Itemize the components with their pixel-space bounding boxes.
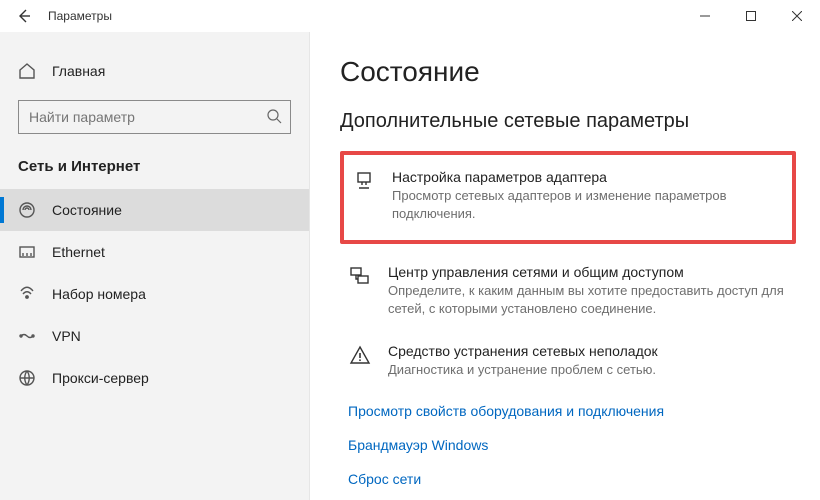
option-desc: Определите, к каким данным вы хотите пре… xyxy=(388,282,788,317)
option-network-center[interactable]: Центр управления сетями и общим доступом… xyxy=(340,254,796,327)
warning-icon xyxy=(348,343,372,367)
page-title: Состояние xyxy=(340,56,796,88)
maximize-icon xyxy=(746,11,756,21)
link-network-reset[interactable]: Сброс сети xyxy=(340,463,796,497)
minimize-icon xyxy=(700,11,710,21)
maximize-button[interactable] xyxy=(728,0,774,32)
link-firewall[interactable]: Брандмауэр Windows xyxy=(340,429,796,463)
back-button[interactable] xyxy=(8,0,40,32)
sidebar: Главная Сеть и Интернет Состояние Ethern… xyxy=(0,32,310,500)
sidebar-item-proxy[interactable]: Прокси-сервер xyxy=(0,357,309,399)
option-desc: Диагностика и устранение проблем с сетью… xyxy=(388,361,658,379)
link-hardware-properties[interactable]: Просмотр свойств оборудования и подключе… xyxy=(340,395,796,429)
status-icon xyxy=(18,201,36,219)
sidebar-item-dialup[interactable]: Набор номера xyxy=(0,273,309,315)
sidebar-category-title: Сеть и Интернет xyxy=(0,152,309,189)
search-input[interactable] xyxy=(29,109,266,125)
option-title: Средство устранения сетевых неполадок xyxy=(388,343,658,359)
sidebar-home[interactable]: Главная xyxy=(0,56,309,86)
option-title: Центр управления сетями и общим доступом xyxy=(388,264,788,280)
sidebar-item-label: VPN xyxy=(52,328,81,344)
sidebar-item-vpn[interactable]: VPN xyxy=(0,315,309,357)
search-icon xyxy=(266,108,282,127)
window-title: Параметры xyxy=(40,9,112,23)
main-content: Состояние Дополнительные сетевые парамет… xyxy=(310,32,820,500)
link-label: Брандмауэр Windows xyxy=(348,437,488,453)
sidebar-item-label: Состояние xyxy=(52,202,122,218)
close-button[interactable] xyxy=(774,0,820,32)
sidebar-item-ethernet[interactable]: Ethernet xyxy=(0,231,309,273)
sidebar-item-label: Ethernet xyxy=(52,244,105,260)
sidebar-item-label: Набор номера xyxy=(52,286,146,302)
network-center-icon xyxy=(348,264,372,288)
sidebar-item-label: Прокси-сервер xyxy=(52,370,149,386)
option-troubleshooter[interactable]: Средство устранения сетевых неполадок Ди… xyxy=(340,333,796,389)
minimize-button[interactable] xyxy=(682,0,728,32)
search-input-wrap[interactable] xyxy=(18,100,291,134)
link-label: Просмотр свойств оборудования и подключе… xyxy=(348,403,664,419)
vpn-icon xyxy=(18,327,36,345)
home-icon xyxy=(18,62,36,80)
sidebar-home-label: Главная xyxy=(52,63,105,79)
section-title: Дополнительные сетевые параметры xyxy=(340,110,796,133)
adapter-icon xyxy=(352,169,376,193)
ethernet-icon xyxy=(18,243,36,261)
title-bar: Параметры xyxy=(0,0,820,32)
close-icon xyxy=(792,11,802,21)
proxy-icon xyxy=(18,369,36,387)
option-title: Настройка параметров адаптера xyxy=(392,169,784,185)
back-arrow-icon xyxy=(16,8,32,24)
option-desc: Просмотр сетевых адаптеров и изменение п… xyxy=(392,187,784,222)
link-label: Сброс сети xyxy=(348,471,421,487)
sidebar-item-status[interactable]: Состояние xyxy=(0,189,309,231)
dialup-icon xyxy=(18,285,36,303)
option-adapter-settings[interactable]: Настройка параметров адаптера Просмотр с… xyxy=(340,151,796,244)
